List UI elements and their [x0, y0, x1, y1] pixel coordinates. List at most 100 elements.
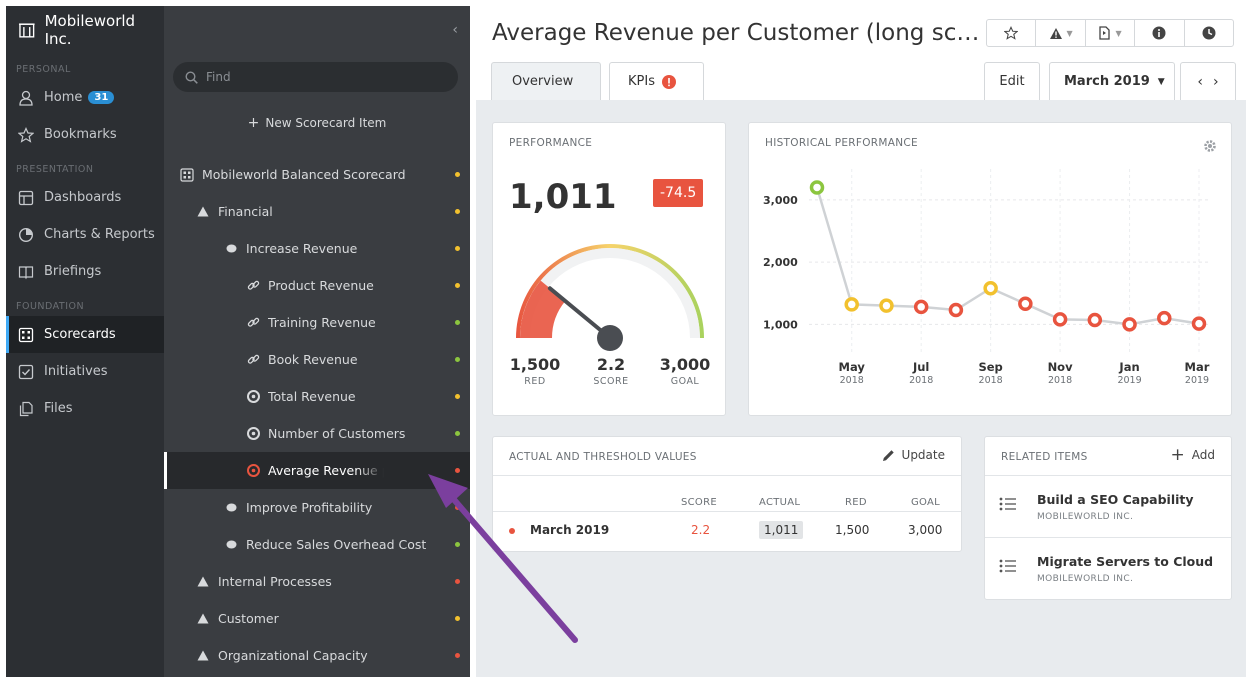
period-label: March 2019 [1064, 74, 1150, 89]
gauge-hub [597, 325, 623, 351]
overview-panel: PERFORMANCE 1,011 -74.5 1,500 RED 2.2 SC… [476, 100, 1246, 677]
nav-item-initiatives[interactable]: Initiatives [6, 353, 164, 390]
search-icon [185, 70, 198, 84]
add-related-button[interactable]: + Add [1171, 447, 1215, 464]
history-button[interactable] [1185, 20, 1233, 46]
alert-icon [661, 74, 676, 89]
files-icon [19, 401, 33, 416]
collapse-panel-icon[interactable]: ‹ [452, 22, 458, 38]
x-tick-month: Mar [1185, 360, 1210, 374]
data-point [1018, 296, 1033, 312]
row-actual[interactable]: 1,011 [759, 521, 804, 539]
performance-title: PERFORMANCE [509, 137, 593, 149]
new-scorecard-item-button[interactable]: + New Scorecard Item [164, 115, 470, 131]
dashboard-icon [18, 190, 34, 205]
data-point [809, 180, 825, 195]
book-icon [18, 265, 34, 279]
status-dot [455, 357, 460, 362]
clock-icon [1202, 26, 1216, 40]
tree-item[interactable]: Training Revenue [164, 304, 470, 341]
nav-item-bookmarks[interactable]: Bookmarks [6, 116, 164, 153]
nav-item-briefings[interactable]: Briefings [6, 253, 164, 290]
info-button[interactable] [1135, 20, 1185, 46]
tree-item-label: Organizational Capacity [218, 648, 368, 663]
bookmark-button[interactable] [987, 20, 1037, 46]
related-item-org: MOBILEWORLD INC. [1037, 512, 1134, 522]
tree-item-label: Customer [218, 611, 279, 626]
nav-item-home[interactable]: Home 31 [6, 79, 164, 116]
tree-item[interactable]: Improve Profitability [164, 489, 470, 526]
divider [493, 475, 961, 476]
score-value: 2.2 [596, 355, 626, 374]
main-content: Average Revenue per Customer (long sc… ▼… [470, 0, 1252, 677]
data-point [1087, 312, 1103, 328]
related-item-name: Migrate Servers to Cloud [1037, 554, 1214, 569]
scorecard-icon [180, 167, 194, 182]
tree-item[interactable]: Book Revenue [164, 341, 470, 378]
edit-button[interactable]: Edit [984, 62, 1040, 100]
share-dropdown[interactable]: ▼ [1086, 20, 1136, 46]
x-tick-year: 2018 [840, 375, 864, 386]
org-switcher[interactable]: Mobileworld Inc. [6, 6, 164, 53]
warning-icon [1049, 27, 1062, 39]
y-tick-label: 3,000 [763, 194, 798, 207]
col-red-header: RED [845, 497, 867, 508]
alerts-dropdown[interactable]: ▼ [1036, 20, 1086, 46]
related-item[interactable]: Migrate Servers to Cloud MOBILEWORLD INC… [985, 537, 1231, 599]
tree-item[interactable]: Mobileworld Balanced Scorecard [164, 156, 470, 193]
nav-item-scorecards[interactable]: Scorecards [6, 316, 164, 353]
tab-kpis[interactable]: KPIs [609, 62, 704, 100]
nav-item-dashboards[interactable]: Dashboards [6, 179, 164, 216]
tree-item[interactable]: Average Revenue per Cu [164, 452, 470, 489]
triangle-icon [196, 575, 210, 589]
gear-icon[interactable] [1203, 139, 1217, 153]
tree-item[interactable]: Reduce Sales Overhead Cost [164, 526, 470, 563]
red-threshold-label: RED [524, 376, 546, 387]
checkbox-icon [18, 364, 34, 379]
section-foundation: FOUNDATION [16, 300, 85, 312]
data-point [1122, 317, 1137, 332]
list-icon [999, 559, 1016, 573]
update-button[interactable]: Update [882, 448, 945, 462]
nav-item-charts-reports[interactable]: Charts & Reports [6, 216, 164, 253]
x-tick-month: May [839, 360, 866, 374]
row-goal: 3,000 [908, 523, 943, 537]
x-tick-year: 2018 [1048, 375, 1072, 386]
table-row[interactable]: March 2019 2.2 1,011 1,500 3,000 [493, 511, 961, 553]
tab-overview[interactable]: Overview [491, 62, 601, 100]
x-tick-month: Sep [978, 360, 1002, 374]
tree-item[interactable]: Customer [164, 600, 470, 637]
tree-item[interactable]: Financial [164, 193, 470, 230]
tree-item-label: Book Revenue [268, 352, 358, 367]
ellipse-icon [224, 242, 238, 256]
find-input[interactable]: Find [173, 62, 458, 92]
x-tick-month: Nov [1048, 360, 1074, 374]
link-icon [246, 353, 260, 367]
tree-item[interactable]: Increase Revenue [164, 230, 470, 267]
link-icon [246, 279, 260, 293]
tree-item-label: Internal Processes [218, 574, 332, 589]
nav-item-files[interactable]: Files [6, 390, 164, 427]
plus-icon: + [247, 115, 260, 131]
chevron-down-icon: ▼ [1066, 28, 1073, 38]
previous-period-icon[interactable]: ‹ [1197, 74, 1203, 90]
red-threshold-value: 1,500 [509, 355, 561, 374]
tree-item[interactable]: Internal Processes [164, 563, 470, 600]
row-score: 2.2 [691, 523, 711, 537]
next-period-icon[interactable]: › [1213, 74, 1219, 90]
tree-item-label: Reduce Sales Overhead Cost [246, 537, 427, 552]
tree-item[interactable]: Product Revenue [164, 267, 470, 304]
ellipse-icon [224, 538, 238, 552]
brand-name: Mobileworld Inc. [44, 11, 136, 48]
tree-item[interactable]: Number of Customers [164, 415, 470, 452]
related-item[interactable]: Build a SEO Capability MOBILEWORLD INC. [985, 475, 1231, 537]
data-point [948, 302, 964, 318]
data-point [1191, 316, 1207, 331]
tree-item-label: Improve Profitability [246, 500, 373, 515]
status-dot [455, 579, 460, 584]
tree-item[interactable]: Organizational Capacity [164, 637, 470, 674]
period-dropdown[interactable]: March 2019 ▼ [1049, 62, 1175, 100]
nav-item-label: Dashboards [44, 190, 122, 205]
tree-item[interactable]: Total Revenue [164, 378, 470, 415]
status-dot [455, 653, 460, 658]
